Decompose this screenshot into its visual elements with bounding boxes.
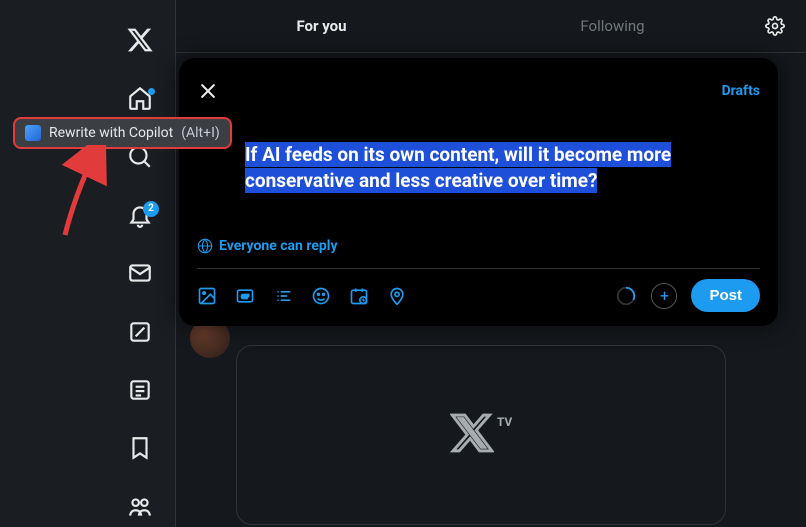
emoji-icon[interactable] [311, 286, 331, 306]
nav-grok[interactable] [115, 312, 165, 352]
copilot-tooltip[interactable]: Rewrite with Copilot (Alt+I) [13, 117, 232, 149]
close-button[interactable] [191, 74, 225, 108]
poll-icon[interactable] [273, 286, 293, 306]
feed-media-card[interactable]: TV [236, 345, 726, 525]
nav-messages[interactable] [115, 253, 165, 293]
x-tv-label: TV [497, 415, 512, 429]
copilot-shortcut: (Alt+I) [181, 125, 220, 141]
timeline-settings-button[interactable] [758, 9, 792, 43]
add-thread-button[interactable]: + [651, 283, 677, 309]
compose-text-area[interactable]: If AI feeds on its own content, will it … [245, 142, 760, 234]
left-nav: 2 [0, 0, 175, 527]
compose-modal: Drafts If AI feeds on its own content, w… [179, 58, 778, 326]
divider [197, 268, 760, 269]
notification-count-badge: 2 [143, 201, 159, 217]
x-logo[interactable] [115, 20, 165, 60]
location-icon[interactable] [387, 286, 407, 306]
post-button[interactable]: Post [691, 279, 760, 312]
schedule-icon[interactable] [349, 286, 369, 306]
copilot-label: Rewrite with Copilot [49, 125, 173, 141]
x-tv-logo: TV [450, 411, 512, 459]
nav-home[interactable] [115, 78, 165, 118]
tab-following[interactable]: Following [467, 0, 758, 52]
main-content: For you Following TV Drafts [175, 0, 806, 527]
home-dot-badge [148, 88, 155, 95]
copilot-icon [25, 125, 41, 141]
gif-icon[interactable]: GIF [235, 286, 255, 306]
nav-bookmarks[interactable] [115, 428, 165, 468]
character-progress-ring [615, 285, 637, 307]
reply-audience-label: Everyone can reply [219, 238, 338, 254]
nav-communities[interactable] [115, 487, 165, 527]
media-icon[interactable] [197, 286, 217, 306]
drafts-link[interactable]: Drafts [722, 83, 760, 99]
compose-toolbar: GIF [197, 279, 760, 312]
nav-lists[interactable] [115, 370, 165, 410]
tab-for-you[interactable]: For you [176, 0, 467, 52]
timeline-tabs: For you Following [176, 0, 806, 53]
compose-selected-text: If AI feeds on its own content, will it … [245, 142, 671, 193]
reply-audience-button[interactable]: Everyone can reply [197, 238, 760, 254]
nav-notifications[interactable]: 2 [115, 195, 165, 235]
svg-text:GIF: GIF [241, 294, 249, 300]
